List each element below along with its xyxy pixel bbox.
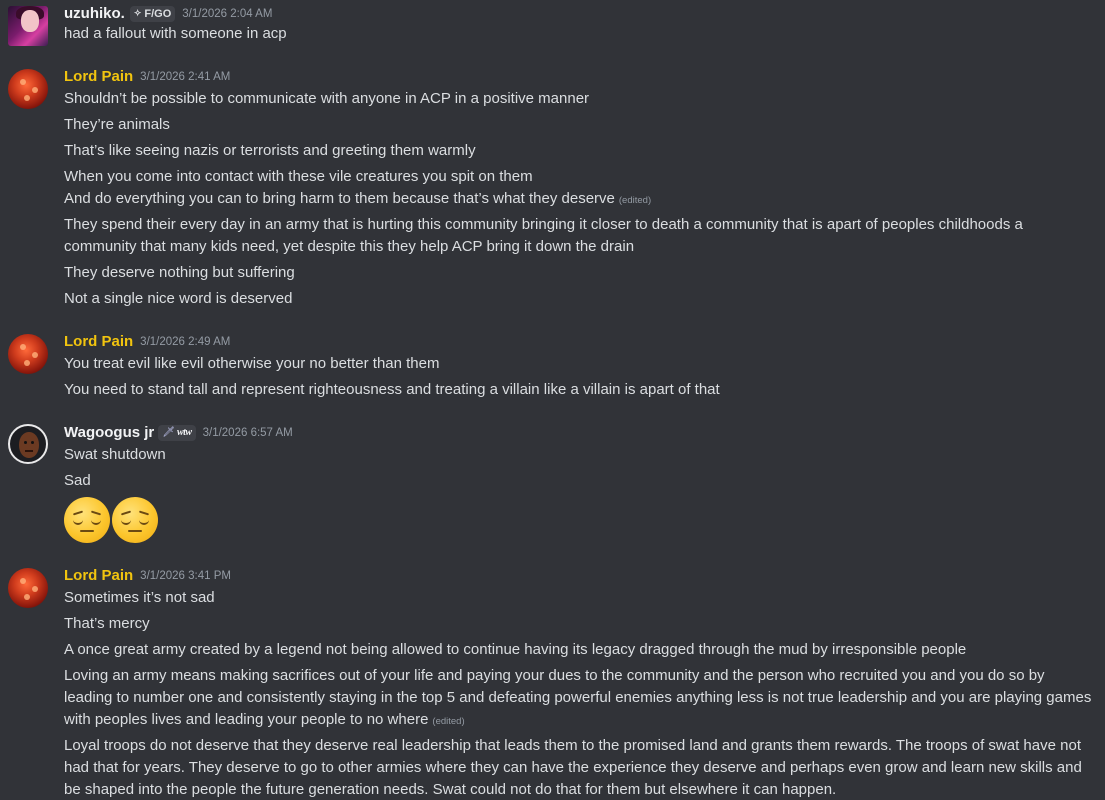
message-line: Swat shutdown <box>64 446 166 463</box>
pensive-face-icon[interactable] <box>64 497 110 543</box>
guild-tag-badge[interactable]: 🗡 wtw <box>158 424 196 441</box>
timestamp[interactable]: 3/1/2026 2:49 AM <box>140 336 230 348</box>
avatar[interactable] <box>8 424 48 464</box>
avatar-highlight <box>24 594 30 600</box>
message-line: Sad <box>64 472 91 489</box>
message-line: When you come into contact with these vi… <box>64 168 533 185</box>
edited-label: (edited) <box>618 195 652 206</box>
username[interactable]: uzuhiko. <box>64 5 125 22</box>
avatar-highlight <box>32 352 38 358</box>
message-line: You need to stand tall and represent rig… <box>64 381 720 398</box>
message-line: You treat evil like evil otherwise your … <box>64 355 440 372</box>
emoji-row <box>64 497 160 543</box>
timestamp[interactable]: 3/1/2026 3:41 PM <box>140 570 231 582</box>
message-text: Loving an army means making sacrifices o… <box>64 667 1092 728</box>
avatar[interactable] <box>8 6 48 46</box>
message-line: They’re animals <box>64 116 170 133</box>
message-header: Lord Pain 3/1/2026 2:49 AM <box>64 333 230 350</box>
guild-tag-badge[interactable]: ✧ F/GO <box>129 5 176 22</box>
avatar-highlight <box>24 95 30 101</box>
avatar-eye <box>24 441 27 444</box>
timestamp[interactable]: 3/1/2026 2:04 AM <box>182 8 272 20</box>
message-line-edited: Loving an army means making sacrifices o… <box>64 665 1094 733</box>
message-line: had a fallout with someone in acp <box>64 25 287 42</box>
avatar-highlight <box>20 79 26 85</box>
message-line: They spend their every day in an army th… <box>64 216 1023 255</box>
sword-icon: 🗡 <box>162 427 175 438</box>
avatar[interactable] <box>8 69 48 109</box>
avatar-highlight <box>20 578 26 584</box>
edited-label: (edited) <box>432 716 465 727</box>
guild-tag-label: wtw <box>176 427 192 438</box>
message-line: A once great army created by a legend no… <box>64 641 967 658</box>
pensive-face-icon[interactable] <box>112 497 158 543</box>
message-line: They deserve nothing but suffering <box>64 264 295 281</box>
message-line-edited: And do everything you can to bring harm … <box>64 188 1094 212</box>
message-line: That’s mercy <box>64 615 150 632</box>
message-line: Shouldn’t be possible to communicate wit… <box>64 90 590 107</box>
message-header: Wagoogus jr 🗡 wtw 3/1/2026 6:57 AM <box>64 424 293 441</box>
username[interactable]: Lord Pain <box>64 333 133 350</box>
username[interactable]: Lord Pain <box>64 567 133 584</box>
message-line: That’s like seeing nazis or terrorists a… <box>64 142 476 159</box>
avatar-highlight <box>20 344 26 350</box>
message-header: Lord Pain 3/1/2026 3:41 PM <box>64 567 231 584</box>
avatar-face <box>21 10 39 32</box>
avatar[interactable] <box>8 568 48 608</box>
timestamp[interactable]: 3/1/2026 6:57 AM <box>203 427 293 439</box>
avatar[interactable] <box>8 334 48 374</box>
message-text: And do everything you can to bring harm … <box>64 190 615 207</box>
message-line: Loyal troops do not deserve that they de… <box>64 737 1082 798</box>
avatar-head <box>19 432 39 458</box>
guild-tag-label: F/GO <box>144 7 172 20</box>
avatar-highlight <box>24 360 30 366</box>
avatar-mouth <box>25 450 33 452</box>
message-line: Sometimes it’s not sad <box>64 589 215 606</box>
message-line: Not a single nice word is deserved <box>64 290 293 307</box>
avatar-highlight <box>32 586 38 592</box>
avatar-eye <box>31 441 34 444</box>
timestamp[interactable]: 3/1/2026 2:41 AM <box>140 71 230 83</box>
username[interactable]: Lord Pain <box>64 68 133 85</box>
message-header: uzuhiko. ✧ F/GO 3/1/2026 2:04 AM <box>64 5 272 22</box>
username[interactable]: Wagoogus jr <box>64 424 154 441</box>
avatar-highlight <box>32 87 38 93</box>
message-header: Lord Pain 3/1/2026 2:41 AM <box>64 68 230 85</box>
guild-tag-icon: ✧ <box>133 8 142 18</box>
